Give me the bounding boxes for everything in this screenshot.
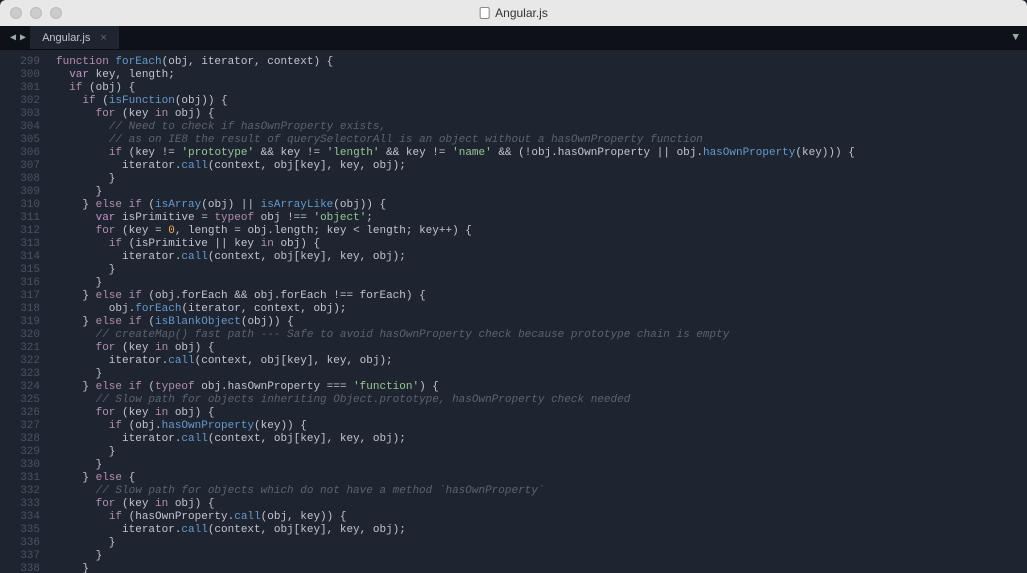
tab-bar: ◀ ▶ Angular.js × ▼	[0, 26, 1027, 50]
zoom-window-icon[interactable]	[50, 7, 62, 19]
window-title-text: Angular.js	[495, 6, 548, 20]
minimize-window-icon[interactable]	[30, 7, 42, 19]
tab-nav: ◀ ▶	[6, 26, 30, 49]
tab-angular[interactable]: Angular.js ×	[30, 26, 120, 49]
nav-back-icon[interactable]: ◀	[10, 32, 16, 44]
window-titlebar: Angular.js	[0, 0, 1027, 26]
tab-label: Angular.js	[42, 32, 90, 44]
window-controls	[10, 7, 62, 19]
window-title: Angular.js	[479, 6, 548, 20]
tab-overflow-icon[interactable]: ▼	[1004, 26, 1027, 49]
code-content[interactable]: function forEach(obj, iterator, context)…	[50, 50, 1027, 573]
nav-forward-icon[interactable]: ▶	[20, 32, 26, 44]
close-icon[interactable]: ×	[100, 32, 106, 44]
close-window-icon[interactable]	[10, 7, 22, 19]
code-editor[interactable]: 299 300 301 302 303 304 305 306 307 308 …	[0, 50, 1027, 573]
line-gutter: 299 300 301 302 303 304 305 306 307 308 …	[0, 50, 50, 573]
file-icon	[479, 7, 489, 19]
